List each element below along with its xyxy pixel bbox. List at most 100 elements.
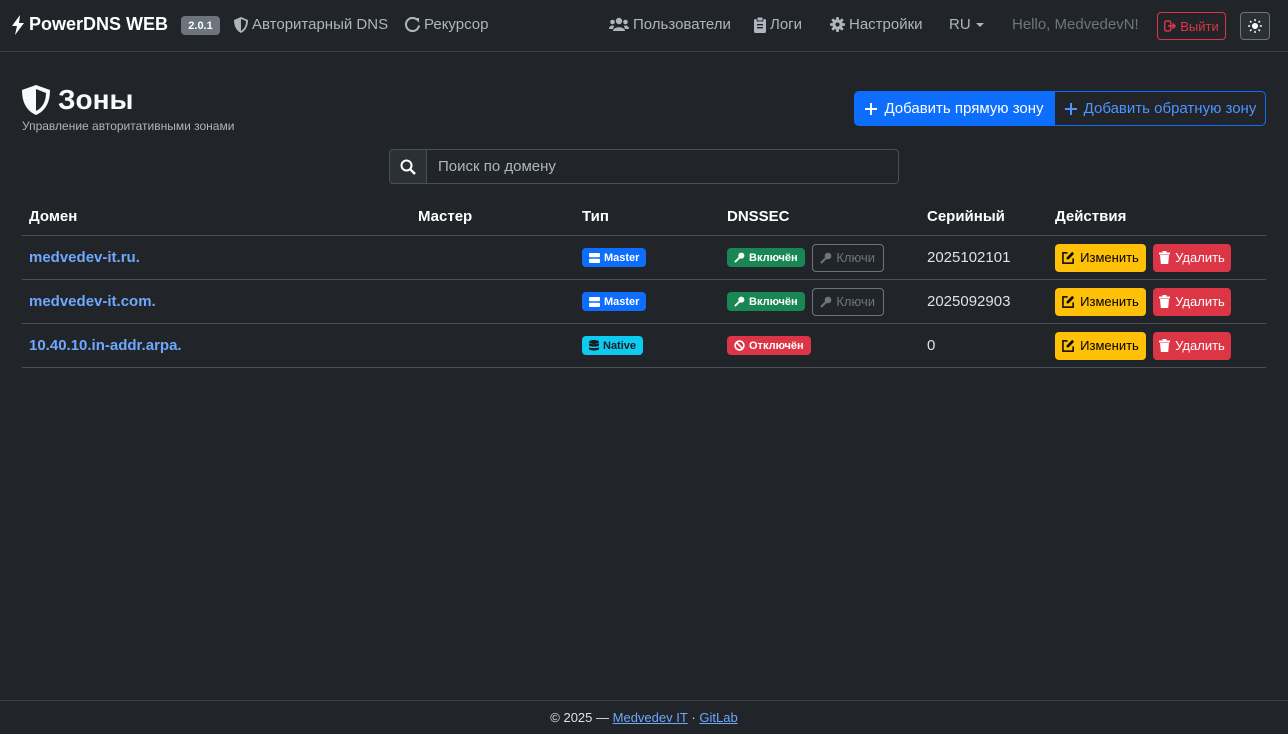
medvedev-it-link[interactable]: Medvedev IT — [613, 710, 688, 725]
domain-link[interactable]: 10.40.10.in-addr.arpa. — [29, 337, 182, 354]
nav-recursor-label: Рекурсор — [424, 16, 489, 33]
refresh-icon — [405, 17, 420, 32]
dnssec-status-label: Отключён — [749, 339, 804, 352]
domain-link[interactable]: medvedev-it.com. — [29, 293, 156, 310]
edit-label: Изменить — [1080, 294, 1139, 309]
delete-label: Удалить — [1175, 294, 1225, 309]
edit-icon — [1062, 295, 1075, 308]
dnssec-status-badge: Отключён — [727, 336, 811, 355]
footer-separator: · — [691, 710, 696, 725]
column-type: Тип — [582, 208, 609, 225]
column-dnssec: DNSSEC — [727, 208, 790, 225]
sun-icon — [1248, 19, 1262, 33]
table-row: medvedev-it.com. Master Включён Ключи 20… — [22, 280, 1266, 324]
edit-button[interactable]: Изменить — [1055, 287, 1146, 316]
shield-icon — [22, 85, 50, 115]
type-label: Master — [604, 251, 640, 264]
nav-settings[interactable]: Настройки — [830, 16, 923, 33]
footer: © 2025 — Medvedev IT · GitLab — [0, 700, 1288, 734]
search-input[interactable] — [427, 149, 899, 184]
table-row: medvedev-it.ru. Master Включён Ключи 202… — [22, 236, 1266, 280]
add-forward-zone-button[interactable]: Добавить прямую зону — [854, 91, 1054, 126]
theme-toggle-button[interactable] — [1240, 12, 1270, 40]
edit-icon — [1062, 251, 1075, 264]
navbar: PowerDNS WEB 2.0.1 Авторитарный DNS Реку… — [0, 0, 1288, 52]
keys-button[interactable]: Ключи — [811, 287, 884, 316]
nav-settings-label: Настройки — [849, 16, 923, 33]
page-subtitle: Управление авторитативными зонами — [22, 119, 235, 133]
type-label: Native — [603, 339, 637, 352]
nav-users[interactable]: Пользователи — [609, 16, 731, 33]
dnssec-status-badge: Включён — [727, 248, 805, 267]
brand[interactable]: PowerDNS WEB — [11, 14, 168, 35]
caret-down-icon — [975, 22, 984, 27]
nav-auth-dns-label: Авторитарный DNS — [252, 16, 389, 33]
language-label: RU — [949, 16, 971, 33]
nav-logs-label: Логи — [770, 16, 803, 33]
column-master: Мастер — [418, 208, 473, 225]
brand-label: PowerDNS WEB — [29, 14, 169, 34]
clipboard-icon — [754, 16, 766, 33]
domain-link[interactable]: medvedev-it.ru. — [29, 249, 140, 266]
server-icon — [589, 252, 600, 263]
database-icon — [589, 340, 599, 351]
type-badge: Master — [582, 248, 647, 267]
page-title: Зоны — [22, 84, 133, 116]
table-row: 10.40.10.in-addr.arpa. Native Отключён 0… — [22, 324, 1266, 368]
bolt-icon — [12, 14, 24, 35]
nav-users-label: Пользователи — [633, 16, 731, 33]
shield-icon — [234, 16, 248, 33]
delete-button[interactable]: Удалить — [1153, 287, 1231, 316]
keys-button[interactable]: Ключи — [811, 243, 884, 272]
zones-table: Домен Мастер Тип DNSSEC Серийный Действи… — [22, 198, 1266, 368]
page-title-text: Зоны — [58, 84, 134, 115]
edit-label: Изменить — [1080, 338, 1139, 353]
plus-icon — [1064, 102, 1077, 115]
add-reverse-zone-button[interactable]: Добавить обратную зону — [1054, 91, 1266, 126]
add-zone-button-group: Добавить прямую зону Добавить обратную з… — [854, 91, 1266, 126]
serial-value: 0 — [927, 337, 936, 354]
delete-button[interactable]: Удалить — [1153, 243, 1231, 272]
logout-label: Выйти — [1180, 18, 1219, 34]
nav-auth-dns[interactable]: Авторитарный DNS — [234, 16, 388, 33]
trash-icon — [1159, 339, 1171, 352]
nav-logs[interactable]: Логи — [754, 16, 802, 33]
delete-button[interactable]: Удалить — [1153, 331, 1231, 360]
table-header: Домен Мастер Тип DNSSEC Серийный Действи… — [22, 198, 1266, 236]
add-reverse-zone-label: Добавить обратную зону — [1083, 100, 1257, 117]
serial-value: 2025102101 — [927, 249, 1011, 266]
users-icon — [609, 17, 629, 31]
edit-icon — [1062, 339, 1075, 352]
column-serial: Серийный — [927, 208, 1005, 225]
gitlab-link[interactable]: GitLab — [699, 710, 737, 725]
key-icon — [820, 252, 832, 264]
type-badge: Master — [582, 292, 647, 311]
dnssec-status-label: Включён — [749, 251, 798, 264]
ban-icon — [734, 340, 745, 351]
dnssec-status-label: Включён — [749, 295, 798, 308]
delete-label: Удалить — [1175, 250, 1225, 265]
delete-label: Удалить — [1175, 338, 1225, 353]
edit-label: Изменить — [1080, 250, 1139, 265]
keys-label: Ключи — [836, 294, 876, 309]
column-actions: Действия — [1055, 208, 1127, 225]
trash-icon — [1159, 251, 1171, 264]
trash-icon — [1159, 295, 1171, 308]
edit-button[interactable]: Изменить — [1055, 243, 1146, 272]
plus-icon — [865, 102, 878, 115]
gear-icon — [830, 17, 845, 32]
column-domain: Домен — [29, 208, 78, 225]
type-label: Master — [604, 295, 640, 308]
keys-label: Ключи — [836, 250, 876, 265]
edit-button[interactable]: Изменить — [1055, 331, 1146, 360]
version-badge: 2.0.1 — [181, 16, 220, 35]
nav-recursor[interactable]: Рекурсор — [405, 16, 488, 33]
dnssec-status-badge: Включён — [727, 292, 805, 311]
language-dropdown[interactable]: RU — [949, 16, 985, 33]
server-icon — [589, 296, 600, 307]
key-icon — [734, 296, 745, 307]
key-icon — [820, 296, 832, 308]
logout-button[interactable]: Выйти — [1157, 12, 1226, 40]
add-forward-zone-label: Добавить прямую зону — [884, 100, 1044, 117]
key-icon — [734, 252, 745, 263]
